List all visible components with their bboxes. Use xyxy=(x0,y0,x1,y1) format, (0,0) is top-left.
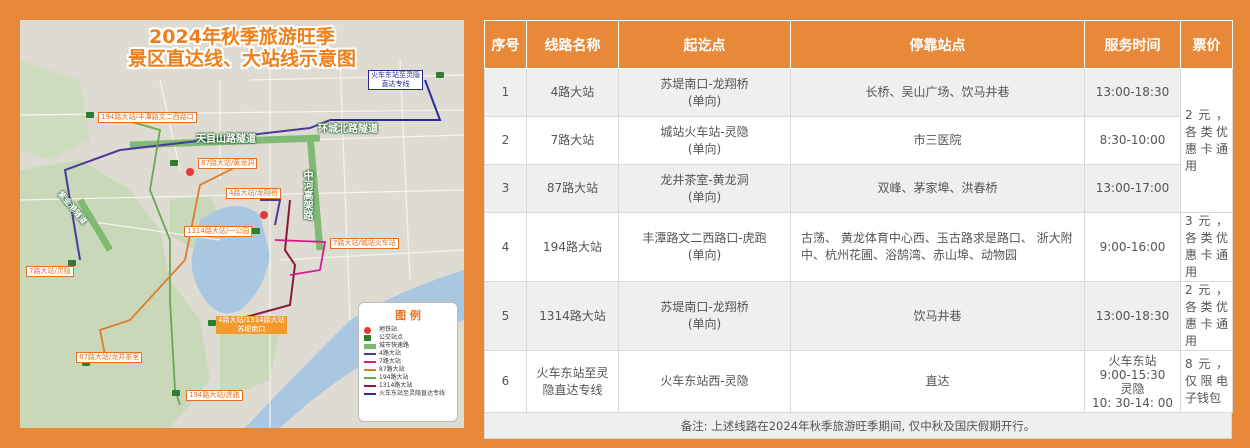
cell-service-time: 9:00-16:00 xyxy=(1084,212,1181,282)
route-map: 2024年秋季旅游旺季 景区直达线、大站线示意图 天目山路隧道 环城北路隧道 中… xyxy=(20,20,464,428)
cell-fare: 8元，仅限电子钱包 xyxy=(1180,350,1233,413)
cell-stops: 直达 xyxy=(790,350,1085,413)
map-title: 2024年秋季旅游旺季 景区直达线、大站线示意图 xyxy=(20,26,464,70)
road-label-tianmushan: 天目山路隧道 xyxy=(196,134,256,145)
cell-terminals: 火车东站西-灵隐 xyxy=(618,350,791,413)
legend-item-metro: 地铁站 xyxy=(364,326,452,334)
cell-terminals: 苏堤南口-龙翔桥 (单向) xyxy=(618,68,791,117)
cell-no: 1 xyxy=(484,68,527,117)
header-fare: 票价 xyxy=(1180,20,1233,69)
stop-label-7-chengzhan: 7路大站/城站火车站 xyxy=(330,238,399,249)
cell-no: 3 xyxy=(484,164,527,213)
stop-label-194-hupao: 194路大站/虎跑 xyxy=(186,390,243,401)
cell-stops: 双峰、茅家埠、洪春桥 xyxy=(790,164,1085,213)
table-row: 1 4路大站 苏堤南口-龙翔桥 (单向) 长桥、吴山广场、饮马井巷 13:00-1… xyxy=(484,68,1233,213)
stop-label-7-lingyin: 7路大站/灵隐 xyxy=(26,266,74,277)
header-line-name: 线路名称 xyxy=(526,20,619,69)
line-4-swatch xyxy=(364,353,376,355)
direct-line-swatch xyxy=(364,393,376,395)
stop-label-4-longxiang: 4路大站/龙翔桥 xyxy=(226,188,281,199)
header-terminals: 起讫点 xyxy=(618,20,791,69)
map-title-line2: 景区直达线、大站线示意图 xyxy=(127,48,356,70)
cell-terminals: 苏堤南口-龙翔桥 (单向) xyxy=(618,281,791,351)
map-legend: 图 例 地铁站 公交站点 城市快速路 4路大站 7路大站 87路大站 194路大… xyxy=(358,302,458,422)
cell-stops: 长桥、吴山广场、饮马井巷 xyxy=(790,68,1085,117)
stop-label-87-huanglong: 87路大站/黄龙洞 xyxy=(198,158,258,169)
route-table-panel: 序号 线路名称 起讫点 停靠站点 服务时间 票价 1 4路大站 苏堤南口-龙翔桥… xyxy=(484,20,1233,439)
cell-no: 5 xyxy=(484,281,527,351)
stop-label-87-longjing: 87路大站/龙井茶室 xyxy=(76,352,143,363)
cell-stops: 市三医院 xyxy=(790,116,1085,165)
cell-line-name: 194路大站 xyxy=(526,212,619,282)
cell-service-time: 13:00-18:30 xyxy=(1084,281,1181,351)
bus-stop-icon xyxy=(364,335,371,341)
cell-no: 4 xyxy=(484,212,527,282)
cell-terminals: 城站火车站-灵隐 (单向) xyxy=(618,116,791,165)
road-label-zhonghe: 中河高架路 xyxy=(301,170,312,220)
legend-item-line-87: 87路大站 xyxy=(364,366,452,374)
line-1314-swatch xyxy=(364,385,376,387)
legend-item-line-1314: 1314路大站 xyxy=(364,382,452,390)
cell-line-name: 7路大站 xyxy=(526,116,619,165)
road-label-huancheng: 环城北路隧道 xyxy=(318,124,378,135)
cell-line-name: 4路大站 xyxy=(526,68,619,117)
table-row: 3 87路大站 龙井茶室-黄龙洞 (单向) 双峰、茅家埠、洪春桥 13:00-17… xyxy=(484,164,1233,213)
line-194-swatch xyxy=(364,377,376,379)
table-row: 4 194路大站 丰潭路文二西路口-虎跑 (单向) 古荡、 黄龙体育中心西、玉古路… xyxy=(484,212,1233,282)
stop-label-194-fengtan: 194路大站/丰潭路文二西路口 xyxy=(98,112,197,123)
legend-item-direct: 火车东站至灵隐直达专线 xyxy=(364,390,452,398)
stop-label-4-sudi: 4路大站/1314路大站 苏堤南口 xyxy=(216,316,287,334)
cell-no: 6 xyxy=(484,350,527,413)
table-row: 2 7路大站 城站火车站-灵隐 (单向) 市三医院 8:30-10:00 xyxy=(484,116,1233,165)
cell-no: 2 xyxy=(484,116,527,165)
cell-service-time: 8:30-10:00 xyxy=(1084,116,1181,165)
cell-service-time: 13:00-18:30 xyxy=(1084,68,1181,117)
cell-line-name: 火车东站至灵隐直达专线 xyxy=(526,350,619,413)
route-table: 序号 线路名称 起讫点 停靠站点 服务时间 票价 1 4路大站 苏堤南口-龙翔桥… xyxy=(484,20,1233,413)
line-7-swatch xyxy=(364,361,376,363)
legend-item-line-194: 194路大站 xyxy=(364,374,452,382)
legend-title: 图 例 xyxy=(395,309,421,322)
table-header-row: 序号 线路名称 起讫点 停靠站点 服务时间 票价 xyxy=(484,20,1233,69)
cell-line-name: 1314路大站 xyxy=(526,281,619,351)
stop-label-1314-yigongyuan: 1314路大站/一公园 xyxy=(184,226,253,237)
map-title-line1: 2024年秋季旅游旺季 xyxy=(149,26,335,48)
cell-service-time: 13:00-17:00 xyxy=(1084,164,1181,213)
legend-item-line-7: 7路大站 xyxy=(364,358,452,366)
header-service-time: 服务时间 xyxy=(1084,20,1181,69)
cell-fare: 2元，各类优惠卡通用 xyxy=(1180,281,1233,351)
cell-terminals: 龙井茶室-黄龙洞 (单向) xyxy=(618,164,791,213)
legend-item-bus-stop: 公交站点 xyxy=(364,334,452,342)
table-note: 备注: 上述线路在2024年秋季旅游旺季期间, 仅中秋及国庆假期开行。 xyxy=(484,413,1232,439)
cell-stops: 古荡、 黄龙体育中心西、玉古路求是路口、 浙大附中、杭州花圃、浴鹄湾、赤山埠、动… xyxy=(790,212,1085,282)
expressway-swatch xyxy=(364,343,376,349)
table-row: 6 火车东站至灵隐直达专线 火车东站西-灵隐 直达 火车东站 9:00-15:3… xyxy=(484,350,1233,413)
cell-service-time: 火车东站 9:00-15:30 灵隐 10: 30-14: 00 xyxy=(1084,350,1181,413)
metro-icon xyxy=(364,326,371,334)
line-87-swatch xyxy=(364,369,376,371)
cell-terminals: 丰潭路文二西路口-虎跑 (单向) xyxy=(618,212,791,282)
stop-label-huochedong: 火车东站至灵隐 直达专线 xyxy=(368,70,423,90)
cell-fare: 2元，各类优惠卡通用 xyxy=(1180,68,1233,213)
table-row: 5 1314路大站 苏堤南口-龙翔桥 (单向) 饮马井巷 13:00-18:30 … xyxy=(484,281,1233,351)
cell-fare: 3元，各类优惠卡通用 xyxy=(1180,212,1233,282)
cell-line-name: 87路大站 xyxy=(526,164,619,213)
cell-stops: 饮马井巷 xyxy=(790,281,1085,351)
header-no: 序号 xyxy=(484,20,527,69)
legend-item-line-4: 4路大站 xyxy=(364,350,452,358)
header-stops: 停靠站点 xyxy=(790,20,1085,69)
legend-item-expressway: 城市快速路 xyxy=(364,342,452,350)
